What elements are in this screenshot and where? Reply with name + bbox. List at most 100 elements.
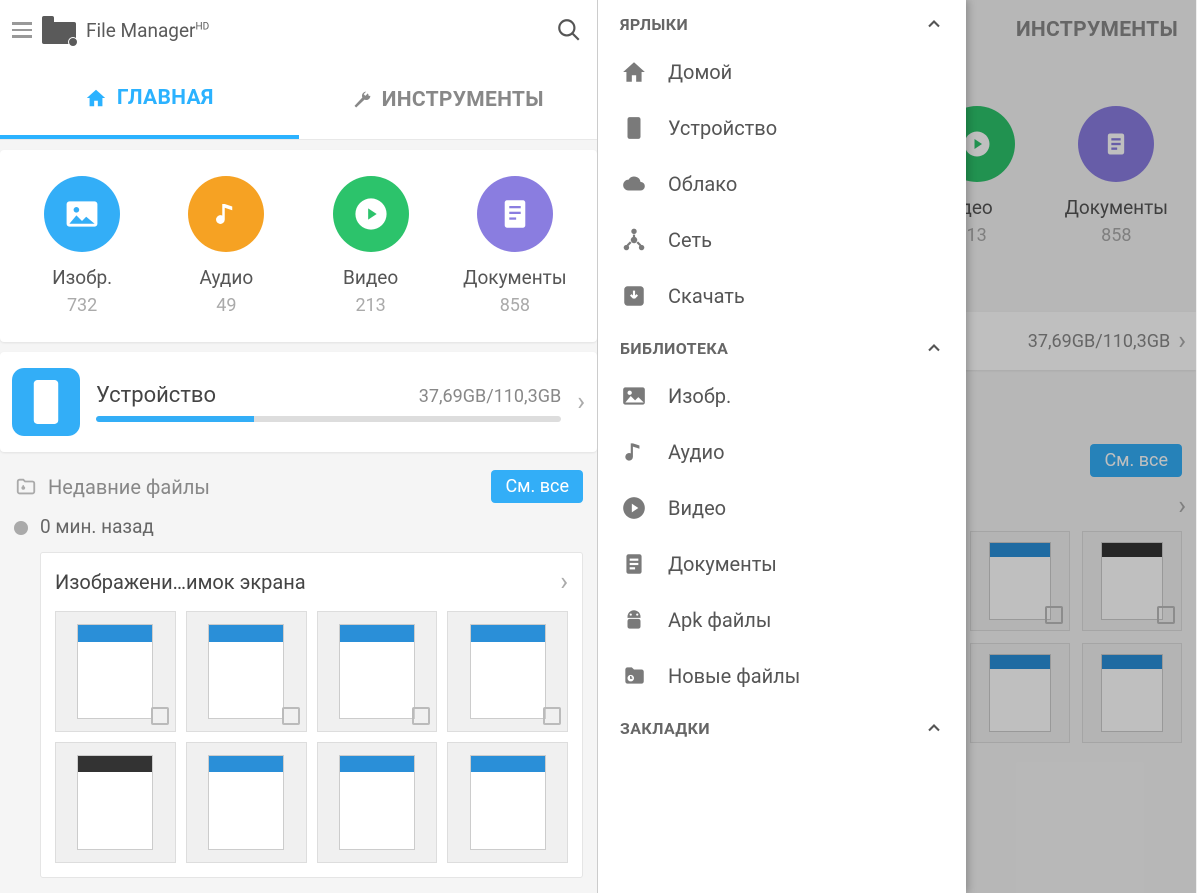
- recent-title: Недавние файлы: [48, 475, 481, 499]
- thumbnail[interactable]: [186, 742, 307, 863]
- storage-body: Устройство 37,69GB/110,3GB: [96, 383, 561, 422]
- category-label: Изобр.: [52, 266, 112, 289]
- category-count: 858: [500, 295, 530, 316]
- android-icon: [620, 606, 648, 634]
- drawer-item[interactable]: Apk файлы: [598, 592, 966, 648]
- thumbnail[interactable]: [317, 742, 438, 863]
- drawer-item[interactable]: Облако: [598, 156, 966, 212]
- chevron-right-icon: ›: [577, 387, 585, 417]
- drawer-item[interactable]: Домой: [598, 44, 966, 100]
- thumbnail[interactable]: [317, 611, 438, 732]
- chevron-up-icon: [924, 718, 944, 738]
- recent-header: Недавние файлы См. все: [0, 452, 597, 515]
- category-count: 732: [67, 295, 97, 316]
- chevron-up-icon: [924, 14, 944, 34]
- drawer-section-library[interactable]: БИБЛИОТЕКА: [598, 324, 966, 368]
- play-c-icon: [620, 494, 648, 522]
- screen-drawer-open: ИНСТРУМЕНТЫ део 13 Документы 858 37,69GB…: [598, 0, 1196, 893]
- category-documents[interactable]: Документы 858: [443, 176, 587, 316]
- storage-progress: [96, 416, 561, 422]
- tab-tools[interactable]: ИНСТРУМЕНТЫ: [299, 60, 598, 139]
- tab-tools-label: ИНСТРУМЕНТЫ: [382, 88, 544, 112]
- timeline-time: 0 мин. назад: [40, 515, 583, 538]
- thumbnail[interactable]: [447, 611, 568, 732]
- drawer-item[interactable]: Сеть: [598, 212, 966, 268]
- category-video[interactable]: Видео 213: [299, 176, 443, 316]
- tab-home[interactable]: ГЛАВНАЯ: [0, 60, 299, 139]
- drawer-item[interactable]: Аудио: [598, 424, 966, 480]
- home-icon: [85, 87, 107, 109]
- tabs: ГЛАВНАЯ ИНСТРУМЕНТЫ: [0, 60, 597, 140]
- recent-folder-icon: [14, 476, 38, 498]
- storage-title: Устройство: [96, 383, 216, 408]
- thumbnail-grid: [55, 611, 568, 863]
- category-audio[interactable]: Аудио 49: [154, 176, 298, 316]
- drawer-section-title: БИБЛИОТЕКА: [620, 339, 728, 358]
- drawer-item-label: Домой: [668, 60, 732, 84]
- wrench-icon: [352, 90, 372, 110]
- drawer-item-label: Apk файлы: [668, 608, 771, 632]
- home-icon: [620, 58, 648, 86]
- drawer-item[interactable]: Изобр.: [598, 368, 966, 424]
- recent-group-card[interactable]: Изображени…имок экрана ›: [40, 552, 583, 878]
- thumbnail[interactable]: [55, 611, 176, 732]
- storage-card[interactable]: Устройство 37,69GB/110,3GB ›: [0, 352, 597, 452]
- phone-icon: [620, 114, 648, 142]
- drawer-section-title: ЯРЛЫКИ: [620, 15, 688, 34]
- images-icon: [44, 176, 120, 252]
- cloud-icon: [620, 170, 648, 198]
- recent-group-title: Изображени…имок экрана: [55, 570, 306, 594]
- category-images[interactable]: Изобр. 732: [10, 176, 154, 316]
- image-icon: [620, 382, 648, 410]
- network-icon: [620, 226, 648, 254]
- video-icon: [333, 176, 409, 252]
- music-icon: [620, 438, 648, 466]
- category-label: Видео: [343, 266, 398, 289]
- thumbnail[interactable]: [186, 611, 307, 732]
- search-button[interactable]: [553, 14, 585, 46]
- drawer-item[interactable]: Устройство: [598, 100, 966, 156]
- drawer-item[interactable]: Новые файлы: [598, 648, 966, 704]
- search-icon: [556, 17, 582, 43]
- storage-icon: [12, 368, 80, 436]
- app-title: File ManagerHD: [86, 19, 209, 42]
- drawer-section-shortcuts[interactable]: ЯРЛЫКИ: [598, 0, 966, 44]
- thumbnail[interactable]: [55, 742, 176, 863]
- chevron-up-icon: [924, 338, 944, 358]
- timeline-dot: [14, 521, 28, 535]
- drawer-section-bookmarks[interactable]: ЗАКЛАДКИ: [598, 704, 966, 748]
- categories-card: Изобр. 732 Аудио 49 Видео 213 Документы 858: [0, 150, 597, 342]
- drawer-item-label: Новые файлы: [668, 664, 800, 688]
- recent-icon: [620, 662, 648, 690]
- drawer-item[interactable]: Видео: [598, 480, 966, 536]
- doc-icon: [620, 550, 648, 578]
- drawer-item-label: Видео: [668, 496, 726, 520]
- documents-icon: [477, 176, 553, 252]
- drawer-item-label: Изобр.: [668, 384, 731, 408]
- thumbnail[interactable]: [447, 742, 568, 863]
- see-all-button[interactable]: См. все: [491, 470, 583, 503]
- storage-value: 37,69GB/110,3GB: [419, 386, 561, 407]
- navigation-drawer: ЯРЛЫКИ Домой Устройство Облако Сеть Скачать БИ…: [598, 0, 966, 893]
- drawer-item-label: Скачать: [668, 284, 745, 308]
- download-icon: [620, 282, 648, 310]
- recent-timeline: 0 мин. назад Изображени…имок экрана ›: [0, 515, 597, 878]
- drawer-section-title: ЗАКЛАДКИ: [620, 719, 710, 738]
- tab-home-label: ГЛАВНАЯ: [117, 86, 214, 110]
- drawer-item[interactable]: Документы: [598, 536, 966, 592]
- category-count: 49: [216, 295, 236, 316]
- chevron-right-icon: ›: [560, 567, 568, 597]
- drawer-item-label: Аудио: [668, 440, 725, 464]
- screen-main: File ManagerHD ГЛАВНАЯ ИНСТРУМЕНТЫ Изобр…: [0, 0, 598, 893]
- drawer-item[interactable]: Скачать: [598, 268, 966, 324]
- drawer-item-label: Устройство: [668, 116, 777, 140]
- topbar: File ManagerHD: [0, 0, 597, 60]
- category-count: 213: [355, 295, 385, 316]
- category-label: Аудио: [200, 266, 254, 289]
- category-label: Документы: [463, 266, 566, 289]
- audio-icon: [188, 176, 264, 252]
- drawer-item-label: Документы: [668, 552, 777, 576]
- drawer-item-label: Сеть: [668, 228, 712, 252]
- menu-button[interactable]: [12, 22, 32, 38]
- app-logo-icon: [42, 16, 76, 44]
